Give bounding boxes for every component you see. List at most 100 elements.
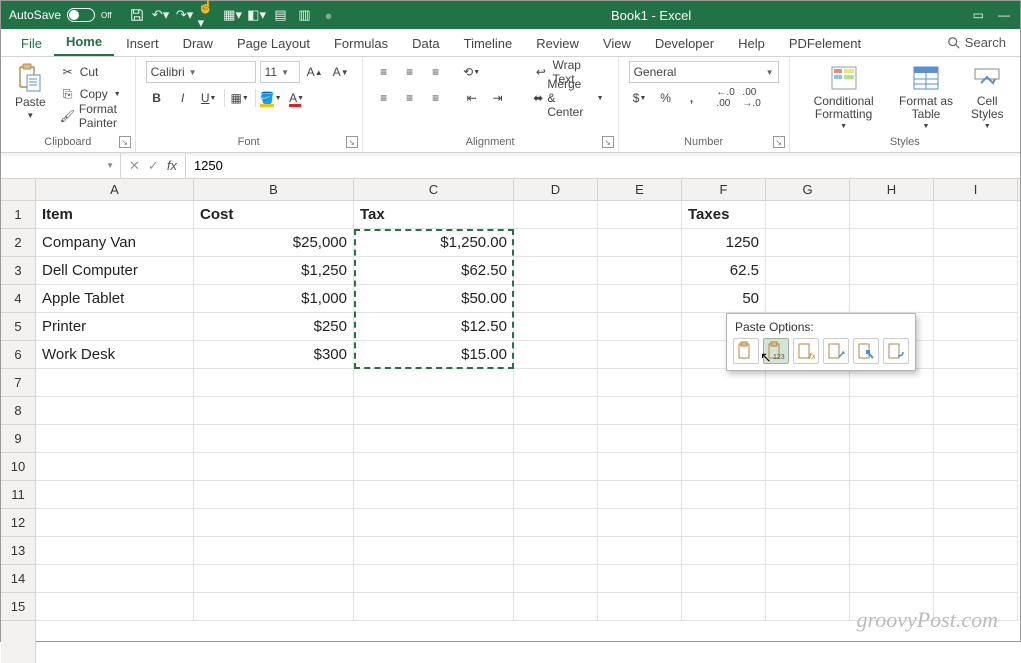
cell[interactable] (934, 425, 1018, 453)
align-center-icon[interactable]: ≡ (399, 87, 421, 109)
cell[interactable] (354, 453, 514, 481)
cell[interactable] (850, 229, 934, 257)
cell[interactable] (598, 369, 682, 397)
align-middle-icon[interactable]: ≡ (399, 61, 421, 83)
cell[interactable] (514, 453, 598, 481)
paste-button[interactable]: Paste ▼ (11, 61, 50, 122)
cell[interactable] (934, 481, 1018, 509)
cell[interactable] (514, 425, 598, 453)
cell[interactable] (682, 397, 766, 425)
cell[interactable] (36, 509, 194, 537)
cell[interactable] (766, 369, 850, 397)
cell[interactable] (682, 537, 766, 565)
row-header[interactable]: 3 (1, 257, 35, 285)
col-header[interactable]: E (598, 179, 682, 200)
search-button[interactable]: Search (933, 29, 1020, 56)
cell[interactable] (934, 397, 1018, 425)
redo-icon[interactable]: ↷▾ (174, 4, 196, 26)
underline-button[interactable]: U▼ (198, 87, 220, 109)
font-size-select[interactable]: 11▼ (260, 61, 300, 83)
cell[interactable] (514, 481, 598, 509)
cell[interactable] (36, 565, 194, 593)
cell[interactable]: Company Van (36, 229, 194, 257)
cell[interactable] (934, 285, 1018, 313)
tab-home[interactable]: Home (54, 28, 114, 56)
cell[interactable]: $25,000 (194, 229, 354, 257)
row-header[interactable]: 4 (1, 285, 35, 313)
cell[interactable] (934, 565, 1018, 593)
cell[interactable] (514, 285, 598, 313)
font-color-icon[interactable]: ◧▾ (246, 4, 268, 26)
paste-option-paste[interactable] (733, 338, 759, 364)
cell[interactable] (194, 537, 354, 565)
align-bottom-icon[interactable]: ≡ (425, 61, 447, 83)
cell[interactable] (598, 565, 682, 593)
cell[interactable]: 1250 (682, 229, 766, 257)
cell[interactable] (934, 537, 1018, 565)
number-format-select[interactable]: General▼ (629, 61, 779, 83)
row-header[interactable]: 5 (1, 313, 35, 341)
cell[interactable]: 62.5 (682, 257, 766, 285)
name-box[interactable]: ▼ (1, 153, 121, 178)
cell[interactable] (514, 509, 598, 537)
paste-option-formulas[interactable]: fx (793, 338, 819, 364)
row-header[interactable]: 2 (1, 229, 35, 257)
cell[interactable] (194, 369, 354, 397)
increase-font-icon[interactable]: A▲ (304, 61, 326, 83)
cell[interactable] (682, 453, 766, 481)
align-top-icon[interactable]: ≡ (373, 61, 395, 83)
cell[interactable] (934, 313, 1018, 341)
cell[interactable]: Work Desk (36, 341, 194, 369)
cell[interactable] (194, 397, 354, 425)
cell[interactable] (934, 257, 1018, 285)
cell[interactable]: Tax (354, 201, 514, 229)
ribbon-display-icon[interactable]: ▭ (973, 8, 984, 22)
bold-button[interactable]: B (146, 87, 168, 109)
currency-icon[interactable]: $▼ (629, 87, 651, 109)
cell[interactable]: $250 (194, 313, 354, 341)
cell[interactable] (766, 285, 850, 313)
cell[interactable] (354, 565, 514, 593)
tab-formulas[interactable]: Formulas (322, 30, 400, 56)
cut-button[interactable]: ✂Cut (56, 61, 125, 83)
touch-icon[interactable]: ☝▾ (198, 4, 220, 26)
cell[interactable] (766, 425, 850, 453)
cell[interactable] (598, 425, 682, 453)
cell[interactable] (934, 229, 1018, 257)
cell[interactable] (194, 509, 354, 537)
paste-option-link[interactable] (883, 338, 909, 364)
tab-developer[interactable]: Developer (643, 30, 726, 56)
cell[interactable] (36, 593, 194, 621)
cell[interactable] (514, 537, 598, 565)
cell[interactable] (598, 313, 682, 341)
cell[interactable] (850, 257, 934, 285)
cell[interactable] (766, 565, 850, 593)
font-color-button[interactable]: A▼ (286, 87, 308, 109)
cell[interactable] (766, 509, 850, 537)
border-icon[interactable]: ▦▾ (222, 4, 244, 26)
cell[interactable] (194, 453, 354, 481)
orientation-icon[interactable]: ⟲▼ (461, 61, 483, 83)
cell[interactable] (850, 537, 934, 565)
row-header[interactable]: 8 (1, 397, 35, 425)
undo-icon[interactable]: ↶▾ (150, 4, 172, 26)
cell[interactable] (598, 481, 682, 509)
cell[interactable] (514, 565, 598, 593)
cell[interactable] (354, 425, 514, 453)
tab-file[interactable]: File (9, 30, 54, 56)
fill-color-button[interactable]: 🪣▼ (260, 87, 282, 109)
cell[interactable] (514, 593, 598, 621)
cell[interactable] (682, 425, 766, 453)
cell[interactable] (354, 369, 514, 397)
cell[interactable]: Dell Computer (36, 257, 194, 285)
calc-icon[interactable]: ▥ (294, 4, 316, 26)
col-header[interactable]: G (766, 179, 850, 200)
table-icon[interactable]: ▤ (270, 4, 292, 26)
cell[interactable] (766, 593, 850, 621)
cell[interactable] (598, 593, 682, 621)
cell[interactable] (850, 509, 934, 537)
cell[interactable] (934, 509, 1018, 537)
cell[interactable] (850, 425, 934, 453)
cell[interactable]: $62.50 (354, 257, 514, 285)
font-name-select[interactable]: Calibri▼ (146, 61, 256, 83)
